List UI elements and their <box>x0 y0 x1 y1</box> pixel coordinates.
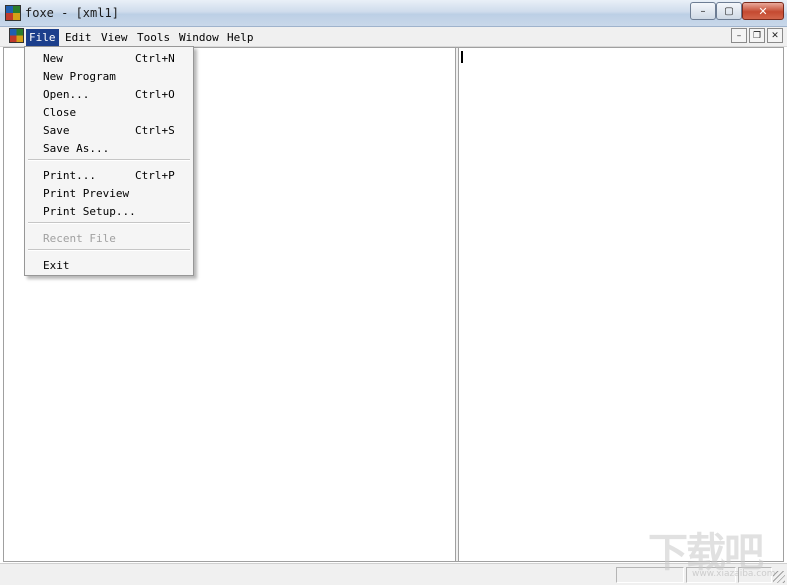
watermark-url: www.xiazaiba.com <box>692 569 776 579</box>
menu-file[interactable]: File <box>26 29 59 46</box>
watermark: 下载吧 www.xiazaiba.com <box>644 520 784 582</box>
menu-item-label: Print Preview <box>43 187 130 200</box>
menu-item-label: Exit <box>43 259 70 272</box>
menu-item-label: Open... <box>43 88 90 101</box>
menu-item-shortcut: Ctrl+P <box>135 169 175 182</box>
menu-item-recent-file: Recent File <box>26 229 192 247</box>
menu-item-label: Close <box>43 106 77 119</box>
menu-item-exit[interactable]: Exit <box>26 256 192 274</box>
menu-item-label: Save <box>43 124 70 137</box>
mdi-restore-button[interactable]: ❐ <box>749 28 765 43</box>
maximize-button[interactable]: ▢ <box>716 2 742 20</box>
menu-window[interactable]: Window <box>176 29 222 46</box>
restore-icon: ❐ <box>752 30 762 41</box>
menu-item-open[interactable]: Open... Ctrl+O <box>26 85 192 103</box>
text-caret <box>461 51 463 63</box>
close-button[interactable]: ✕ <box>742 2 784 20</box>
menu-item-shortcut: Ctrl+S <box>135 124 175 137</box>
menu-item-close[interactable]: Close <box>26 103 192 121</box>
menu-item-save[interactable]: Save Ctrl+S <box>26 121 192 139</box>
menu-item-label: Print Setup... <box>43 205 136 218</box>
editor-pane[interactable] <box>459 48 783 561</box>
window-title: foxe - [xml1] <box>25 6 119 20</box>
title-bar: foxe - [xml1] – ▢ ✕ <box>0 0 787 27</box>
close-icon: ✕ <box>771 30 779 41</box>
app-icon[interactable] <box>5 5 21 21</box>
menu-help[interactable]: Help <box>224 29 257 46</box>
menu-separator <box>28 249 190 251</box>
menu-item-label: Save As... <box>43 142 110 155</box>
menu-item-print-setup[interactable]: Print Setup... <box>26 202 192 220</box>
document-icon[interactable] <box>9 28 24 43</box>
menu-view[interactable]: View <box>98 29 131 46</box>
mdi-minimize-button[interactable]: – <box>731 28 747 43</box>
menu-item-save-as[interactable]: Save As... <box>26 139 192 157</box>
menu-separator <box>28 222 190 224</box>
menu-item-label: New <box>43 52 63 65</box>
menu-item-new[interactable]: New Ctrl+N <box>26 49 192 67</box>
menu-bar: File Edit View Tools Window Help – ❐ ✕ <box>0 27 787 47</box>
menu-edit[interactable]: Edit <box>62 29 95 46</box>
menu-item-new-program[interactable]: New Program <box>26 67 192 85</box>
file-menu-dropdown: New Ctrl+N New Program Open... Ctrl+O Cl… <box>24 46 194 276</box>
minimize-icon: – <box>700 5 706 17</box>
menu-item-print-preview[interactable]: Print Preview <box>26 184 192 202</box>
menu-item-shortcut: Ctrl+N <box>135 52 175 65</box>
menu-item-label: New Program <box>43 70 116 83</box>
menu-item-label: Recent File <box>43 232 116 245</box>
minimize-icon: – <box>736 30 742 41</box>
menu-item-print[interactable]: Print... Ctrl+P <box>26 166 192 184</box>
menu-tools[interactable]: Tools <box>134 29 173 46</box>
minimize-button[interactable]: – <box>690 2 716 20</box>
close-icon: ✕ <box>758 4 768 18</box>
menu-separator <box>28 159 190 161</box>
maximize-icon: ▢ <box>724 5 734 17</box>
mdi-close-button[interactable]: ✕ <box>767 28 783 43</box>
menu-item-shortcut: Ctrl+O <box>135 88 175 101</box>
menu-item-label: Print... <box>43 169 96 182</box>
